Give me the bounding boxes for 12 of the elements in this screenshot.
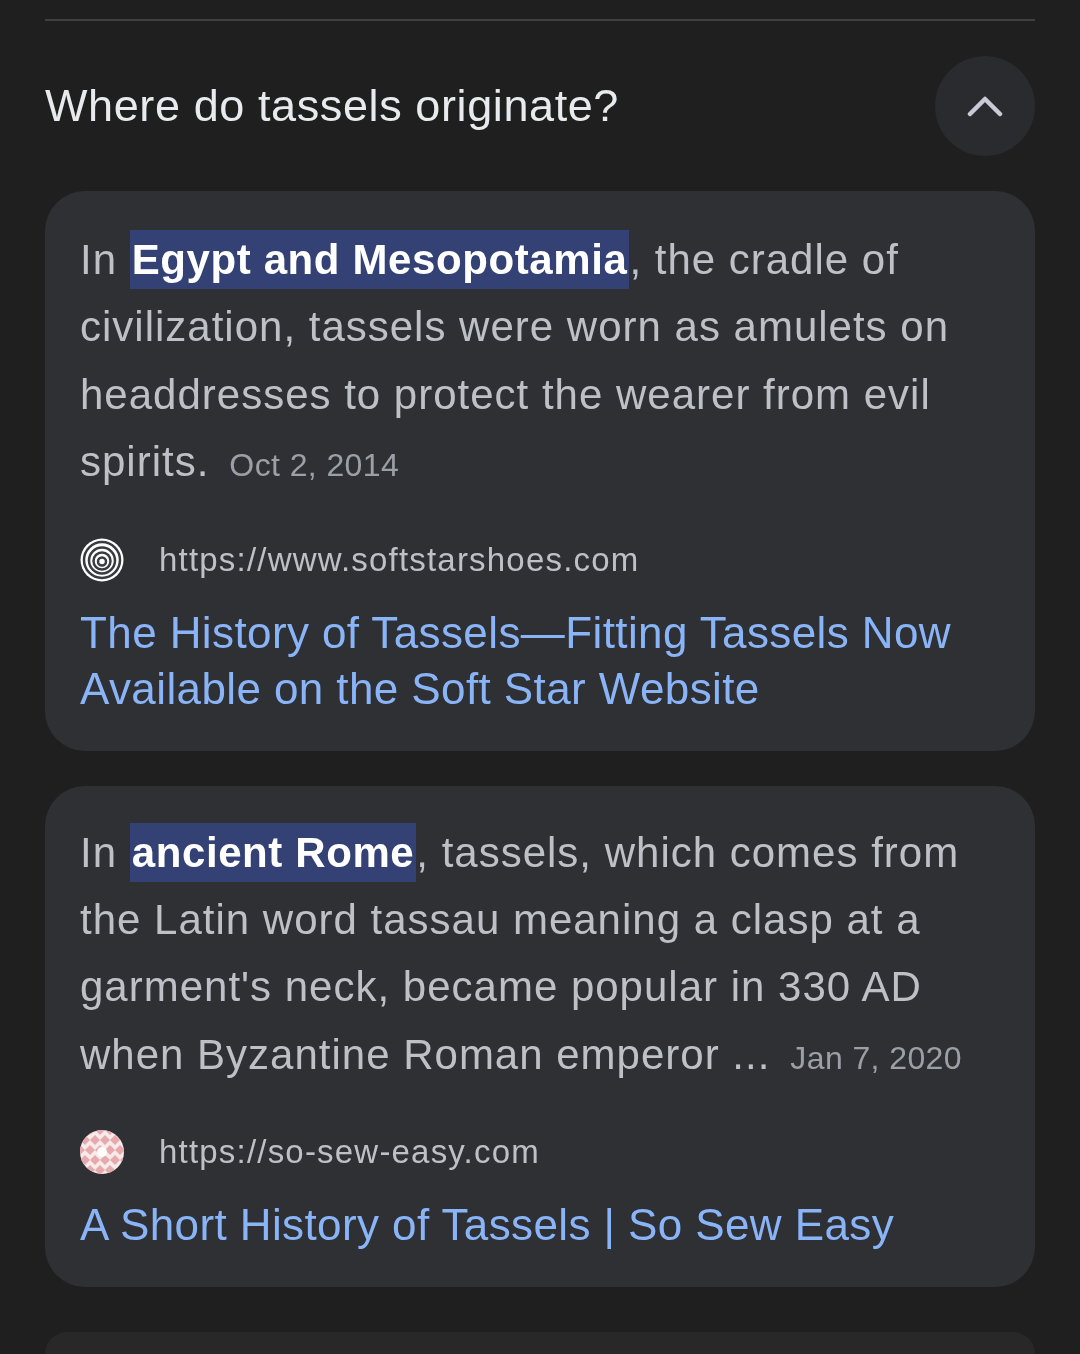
result-title-link[interactable]: A Short History of Tassels | So Sew Easy (80, 1197, 1000, 1254)
date-text: Oct 2, 2014 (229, 447, 400, 484)
snippet-text: In Egypt and Mesopotamia, the cradle of civilization, tassels were worn as amulets on headdresses to protect the wearer from evil spirits. Oct 2, 2014 (80, 226, 1000, 500)
url-text: https://www.softstarshoes.com (159, 540, 640, 579)
result-title-link[interactable]: The History of Tassels—Fitting Tassels Now Available on the Soft Star Website (80, 604, 1000, 717)
diamond-pattern-icon (80, 1130, 124, 1175)
rings-icon (80, 537, 124, 582)
date-text: Jan 7, 2020 (790, 1039, 962, 1076)
url-text: https://so-sew-easy.com (159, 1133, 540, 1172)
chevron-up-icon (967, 95, 1003, 117)
snippet-text: In ancient Rome, tassels, which comes from the Latin word tassau meaning a clasp at a garment's neck, became popular in 330 AD when Byzantine Roman emperor ... Jan 7, 2020 (80, 818, 1000, 1093)
question-heading: Where do tassels originate? (45, 80, 619, 132)
